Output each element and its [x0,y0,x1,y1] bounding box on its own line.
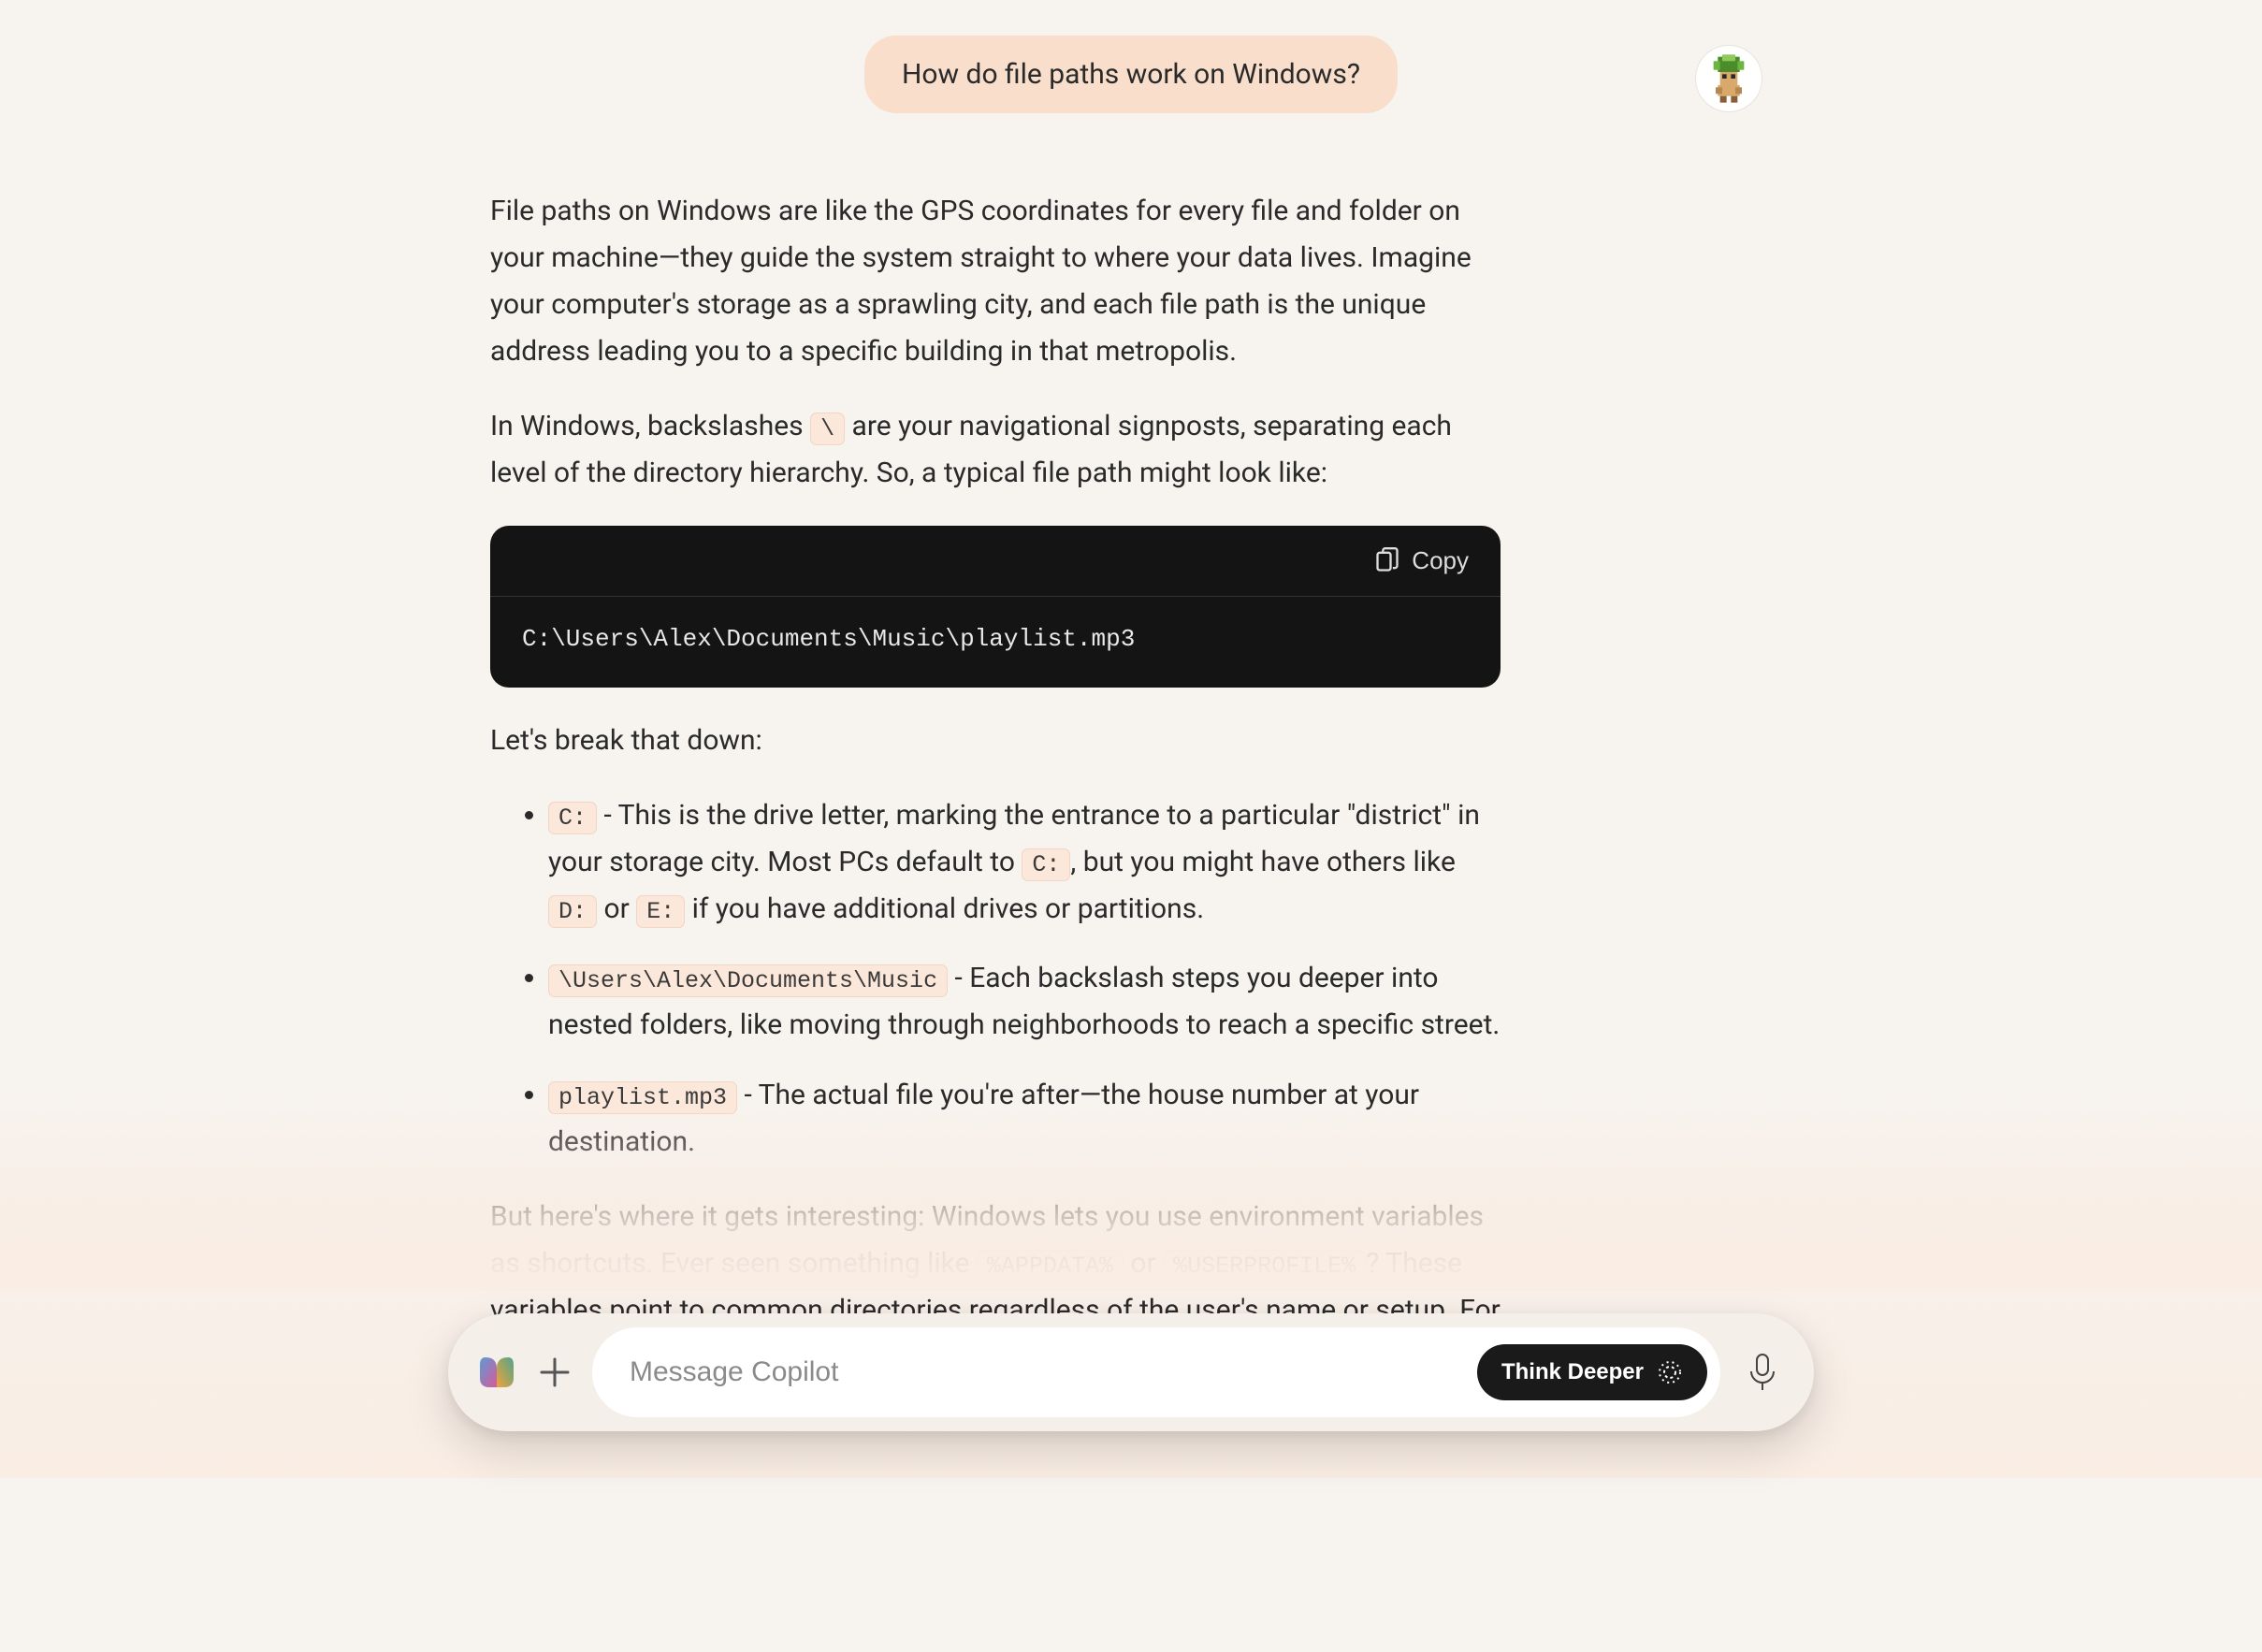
user-message-bubble: How do file paths work on Windows? [864,36,1398,113]
think-deeper-button[interactable]: Think Deeper [1477,1344,1707,1400]
user-message-text: How do file paths work on Windows? [902,58,1360,91]
inline-code: D: [548,895,597,928]
avatar[interactable] [1695,45,1762,112]
text-input-container: Think Deeper [592,1327,1720,1417]
sparkle-gear-icon [1657,1359,1683,1385]
message-input[interactable] [630,1356,1477,1388]
inline-code: C: [1022,848,1070,881]
avatar-sprite-icon [1703,52,1755,105]
inline-code-userprofile: %USERPROFILE% [1163,1250,1366,1282]
code-block-header: Copy [490,526,1501,597]
copy-icon [1376,547,1399,573]
breakdown-list: C: - This is the drive letter, marking t… [548,792,1501,1166]
assistant-message: File paths on Windows are like the GPS c… [490,188,1772,1381]
inline-code: \Users\Alex\Documents\Music [548,964,948,997]
copilot-logo-icon[interactable] [476,1352,517,1393]
inline-code-backslash: \ [810,413,845,445]
inline-code-appdata: %APPDATA% [977,1250,1124,1282]
code-content: C:\Users\Alex\Documents\Music\playlist.m… [490,597,1501,688]
input-bar: Think Deeper [448,1313,1814,1431]
plus-icon [538,1355,572,1389]
inline-code: playlist.mp3 [548,1081,737,1114]
code-block: Copy C:\Users\Alex\Documents\Music\playl… [490,526,1501,688]
assistant-para-2: In Windows, backslashes \ are your navig… [490,403,1501,497]
assistant-para-1: File paths on Windows are like the GPS c… [490,188,1501,375]
copy-button[interactable]: Copy [1376,546,1469,575]
inline-code: C: [548,802,597,834]
list-item: \Users\Alex\Documents\Music - Each backs… [548,955,1501,1049]
list-item: C: - This is the drive letter, marking t… [548,792,1501,933]
copy-label: Copy [1412,546,1469,575]
assistant-para-3: Let's break that down: [490,717,1501,764]
microphone-icon [1747,1353,1778,1392]
inline-code: E: [636,895,685,928]
list-item: playlist.mp3 - The actual file you're af… [548,1072,1501,1166]
add-button[interactable] [536,1354,573,1391]
think-deeper-label: Think Deeper [1501,1359,1644,1385]
microphone-button[interactable] [1739,1349,1786,1396]
